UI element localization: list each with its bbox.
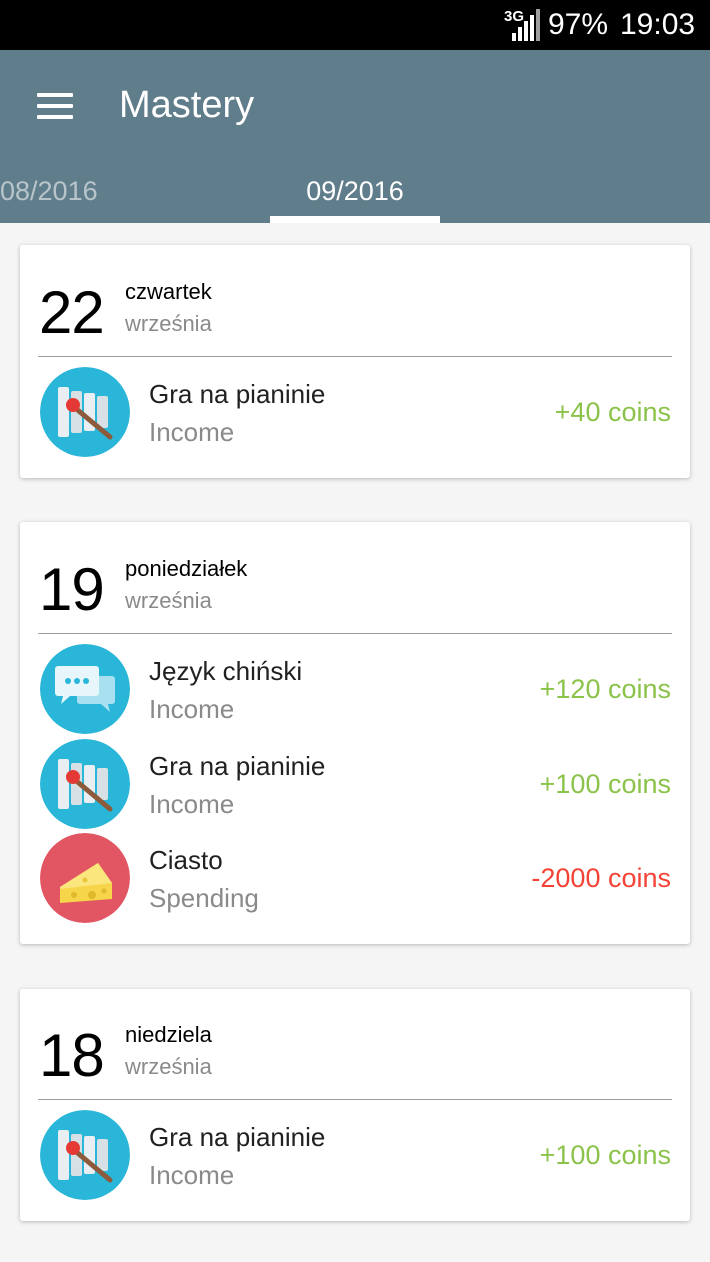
transaction-item[interactable]: Język chiński Income +120 coins <box>20 644 690 738</box>
cheese-cake-icon <box>40 833 130 923</box>
chat-bubbles-icon <box>40 644 130 734</box>
month-label: września <box>125 311 212 336</box>
app-bar: Mastery 08/2016 09/2016 <box>0 50 710 223</box>
tab-previous-month[interactable]: 08/2016 <box>0 176 120 223</box>
signal-icon <box>512 9 540 41</box>
day-card: 18 niedziela września Gra na pianinie In… <box>20 989 690 1221</box>
day-number: 19 <box>39 556 105 623</box>
hamburger-icon-bar <box>37 115 73 119</box>
transaction-title: Gra na pianinie <box>149 379 326 409</box>
transaction-item[interactable]: Ciasto Spending -2000 coins <box>20 833 690 927</box>
hamburger-icon <box>37 93 73 97</box>
xylophone-icon <box>40 739 130 829</box>
day-number: 22 <box>39 279 105 346</box>
tab-previous-label: 08/2016 <box>0 176 98 206</box>
day-card: 19 poniedziałek września Język chiński I… <box>20 522 690 944</box>
transaction-type: Income <box>149 789 235 819</box>
status-clock: 19:03 <box>620 8 696 41</box>
status-bar: 3G 97% 19:03 <box>0 0 710 50</box>
transaction-title: Gra na pianinie <box>149 1122 326 1152</box>
hamburger-icon-bar <box>37 104 73 108</box>
app-title: Mastery <box>119 84 255 126</box>
day-number: 18 <box>39 1022 105 1089</box>
month-label: września <box>125 588 212 613</box>
weekday-label: czwartek <box>125 279 212 304</box>
transaction-amount: -2000 coins <box>531 863 671 893</box>
transaction-amount: +120 coins <box>539 674 671 704</box>
transaction-type: Spending <box>149 883 259 913</box>
transaction-item[interactable]: Gra na pianinie Income +40 coins <box>20 367 690 461</box>
battery-level: 97% <box>548 8 609 41</box>
transaction-type: Income <box>149 694 235 724</box>
transaction-item[interactable]: Gra na pianinie Income +100 coins <box>20 739 690 833</box>
transaction-amount: +100 coins <box>539 769 671 799</box>
transaction-item[interactable]: Gra na pianinie Income +100 coins <box>20 1110 690 1204</box>
menu-button[interactable] <box>30 84 80 130</box>
weekday-label: poniedziałek <box>125 556 248 581</box>
divider <box>38 356 672 357</box>
transaction-type: Income <box>149 417 235 447</box>
transaction-title: Ciasto <box>149 845 223 875</box>
day-card: 22 czwartek września Gra na pianinie Inc… <box>20 245 690 478</box>
xylophone-icon <box>40 367 130 457</box>
transaction-amount: +40 coins <box>554 397 671 427</box>
transaction-amount: +100 coins <box>539 1140 671 1170</box>
transaction-title: Gra na pianinie <box>149 751 326 781</box>
transaction-type: Income <box>149 1160 235 1190</box>
divider <box>38 633 672 634</box>
xylophone-icon <box>40 1110 130 1200</box>
month-label: września <box>125 1054 212 1079</box>
transaction-title: Język chiński <box>149 656 303 686</box>
tab-current-label: 09/2016 <box>306 176 404 206</box>
tab-indicator <box>270 216 440 223</box>
divider <box>38 1099 672 1100</box>
weekday-label: niedziela <box>125 1022 212 1047</box>
